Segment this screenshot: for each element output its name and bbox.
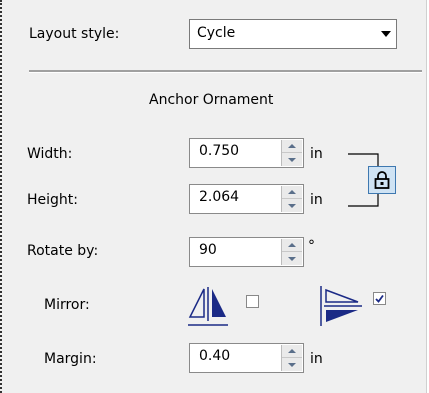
mirror-horizontal-icon [188,287,228,326]
height-label: Height: [27,192,78,208]
width-unit: in [310,146,323,162]
chevron-down-icon[interactable] [376,20,396,48]
height-value: 2.064 [199,189,240,205]
panel-left-border [0,0,2,393]
arrow-down-icon [288,362,296,367]
layout-style-dropdown[interactable]: Cycle [189,19,397,49]
lock-icon [374,171,390,189]
height-decrement-button[interactable] [282,199,302,212]
arrow-down-icon [288,203,296,208]
rotate-increment-button[interactable] [282,239,302,252]
mirror-label: Mirror: [44,297,90,313]
margin-spin-buttons [281,345,302,371]
rotate-spinner[interactable]: 90 [189,237,304,267]
rotate-value: 90 [199,242,217,258]
layout-style-value: Cycle [197,25,236,41]
mirror-vertical-checkbox[interactable] [373,292,386,305]
width-spinner[interactable]: 0.750 [189,138,304,168]
arrow-up-icon [288,349,296,353]
width-spin-buttons [281,140,302,166]
rotate-unit: ° [308,238,315,254]
height-unit: in [310,192,323,208]
margin-decrement-button[interactable] [282,358,302,371]
arrow-up-icon [288,144,296,148]
height-spinner[interactable]: 2.064 [189,184,304,214]
checkmark-icon [375,294,384,303]
height-spin-buttons [281,186,302,212]
arrow-down-icon [288,256,296,261]
margin-spinner[interactable]: 0.40 [189,343,304,373]
arrow-up-icon [288,190,296,194]
width-decrement-button[interactable] [282,153,302,166]
height-increment-button[interactable] [282,186,302,199]
mirror-horizontal-checkbox[interactable] [246,295,259,308]
mirror-vertical-icon [320,286,362,326]
width-increment-button[interactable] [282,140,302,153]
rotate-label: Rotate by: [27,243,99,259]
arrow-up-icon [288,243,296,247]
margin-label: Margin: [44,351,97,367]
rotate-spin-buttons [281,239,302,265]
width-value: 0.750 [199,143,240,159]
margin-increment-button[interactable] [282,345,302,358]
layout-style-label: Layout style: [29,26,120,42]
margin-value: 0.40 [199,348,231,364]
aspect-lock-toggle[interactable] [368,166,396,194]
rotate-decrement-button[interactable] [282,252,302,265]
margin-unit: in [310,351,323,367]
width-label: Width: [27,146,73,162]
separator [29,70,422,73]
section-title: Anchor Ornament [149,92,274,108]
arrow-down-icon [288,157,296,162]
